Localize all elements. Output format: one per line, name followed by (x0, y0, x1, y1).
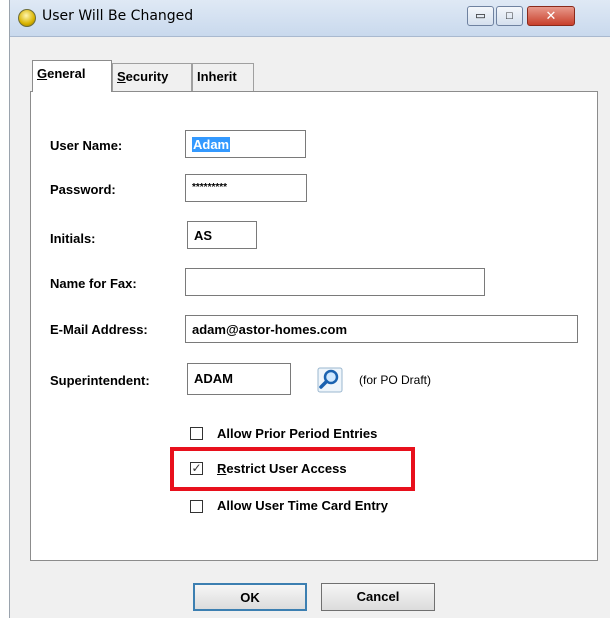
tab-inherit-label: Inherit (197, 69, 237, 84)
user-app-icon (18, 9, 36, 27)
title-bar[interactable]: User Will Be Changed ▭ □ ✕ (10, 0, 610, 37)
initials-label: Initials: (50, 231, 96, 246)
maximize-button[interactable]: □ (496, 6, 523, 26)
email-label: E-Mail Address: (50, 322, 148, 337)
superintendent-input[interactable]: ADAM (187, 363, 291, 395)
highlight-annotation (170, 447, 415, 491)
tab-security-accel: S (117, 69, 126, 84)
password-input[interactable]: ********* (185, 174, 307, 202)
allow-prior-label: Allow Prior Period Entries (217, 426, 378, 441)
tab-general-accel: G (37, 66, 48, 81)
cancel-button[interactable]: Cancel (321, 583, 435, 611)
superintendent-label: Superintendent: (50, 373, 150, 388)
password-value: ********* (192, 182, 228, 193)
background-window-edge (0, 0, 10, 618)
allow-timecard-label: Allow User Time Card Entry (217, 498, 388, 513)
email-value: adam@astor-homes.com (192, 322, 347, 337)
user-name-value: Adam (192, 137, 231, 152)
window-title: User Will Be Changed (42, 8, 194, 24)
name-for-fax-input[interactable] (185, 268, 485, 296)
close-button[interactable]: ✕ (527, 6, 575, 26)
minimize-button[interactable]: ▭ (467, 6, 494, 26)
maximize-icon: □ (506, 10, 513, 22)
tab-general[interactable]: General (32, 60, 112, 92)
superintendent-hint: (for PO Draft) (359, 373, 432, 387)
ok-button[interactable]: OK (193, 583, 307, 611)
minimize-icon: ▭ (475, 10, 486, 22)
initials-value: AS (194, 228, 213, 243)
allow-timecard-checkbox[interactable] (190, 500, 203, 513)
password-label: Password: (50, 182, 116, 197)
user-name-label: User Name: (50, 138, 123, 153)
tab-general-label: eneral (47, 66, 86, 81)
allow-prior-checkbox[interactable] (190, 427, 203, 440)
superintendent-value: ADAM (194, 371, 233, 386)
tab-security[interactable]: Security (112, 63, 192, 91)
user-name-input[interactable]: Adam (185, 130, 306, 158)
tab-security-label: ecurity (125, 69, 169, 84)
initials-input[interactable]: AS (187, 221, 257, 249)
close-icon: ✕ (545, 8, 557, 23)
name-for-fax-label: Name for Fax: (50, 276, 137, 291)
email-input[interactable]: adam@astor-homes.com (185, 315, 578, 343)
tab-inherit[interactable]: Inherit (192, 63, 254, 91)
magnifier-icon[interactable] (317, 367, 343, 393)
